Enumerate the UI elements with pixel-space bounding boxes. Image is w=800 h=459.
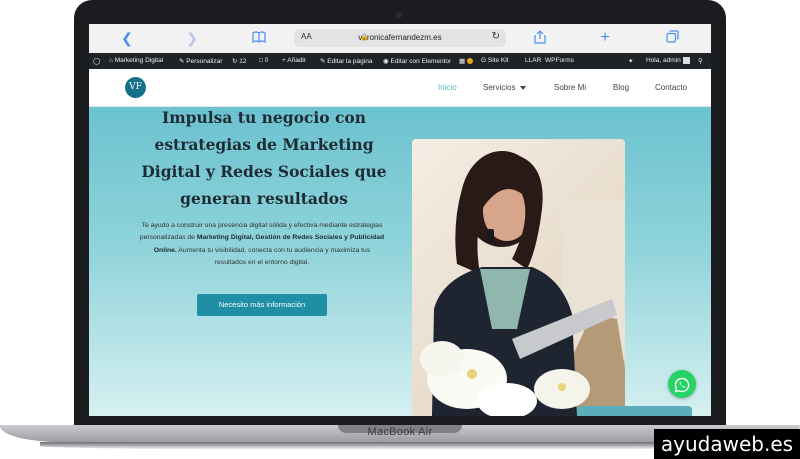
nav-item-inicio[interactable]: Inicio: [438, 83, 457, 92]
nav-item-blog[interactable]: Blog: [613, 83, 629, 92]
admin-customize-link[interactable]: ✎ Personalizar: [179, 57, 222, 65]
browser-toolbar: ❮ ❯ AA veronicafernandezm.es 🔒 ↻ +: [89, 24, 711, 54]
laptop-screen: ❮ ❯ AA veronicafernandezm.es 🔒 ↻ + ◯ ⌂ M…: [89, 24, 711, 416]
watermark: ayudaweb.es: [654, 429, 800, 459]
plus-icon[interactable]: +: [597, 30, 613, 46]
admin-edit-page-label: Editar la página: [327, 58, 373, 65]
admin-sitekit-link[interactable]: G Site Kit: [481, 57, 508, 64]
wp-admin-bar: ◯ ⌂ Marketing Digital ✎ Personalizar ↻ 1…: [89, 53, 711, 69]
nav-item-contacto[interactable]: Contacto: [655, 83, 687, 92]
admin-comments-link[interactable]: □ 0: [259, 57, 268, 64]
admin-new-link[interactable]: + Añadir: [282, 57, 306, 64]
admin-sitekit-label: Site Kit: [487, 57, 509, 64]
url-text: veronicafernandezm.es: [358, 33, 442, 42]
sparkle-icon[interactable]: ✦: [628, 57, 633, 65]
admin-elementor-link[interactable]: ◉ Editar con Elementor: [383, 57, 451, 65]
admin-updates-link[interactable]: ↻ 12: [232, 57, 247, 65]
chevron-right-icon[interactable]: ❯: [184, 30, 200, 46]
admin-site-name: Marketing Digital: [114, 57, 164, 64]
search-icon[interactable]: ⚲: [698, 57, 703, 65]
admin-wpforms-link[interactable]: WPForms: [545, 57, 574, 64]
admin-new-label: Añadir: [287, 57, 307, 64]
site-logo[interactable]: VF: [125, 77, 146, 98]
admin-site-link[interactable]: ⌂ Marketing Digital: [109, 57, 163, 64]
site-header: VF Inicio Servicios Sobre Mi Blog Contac…: [89, 69, 711, 107]
hero-text-outro: Aumenta tu visibilidad, conecta con tu a…: [176, 246, 371, 266]
wordpress-logo-icon[interactable]: ◯: [93, 57, 100, 65]
admin-elementor-label: Editar con Elementor: [390, 58, 452, 65]
admin-greeting: Hola, admin: [646, 57, 681, 65]
comments-count: 0: [264, 57, 269, 64]
camera-icon: [396, 12, 402, 18]
whatsapp-icon: [674, 378, 690, 393]
nav-item-sobre-mi[interactable]: Sobre Mi: [554, 83, 586, 92]
admin-edit-page-link[interactable]: ✎ Editar la página: [320, 57, 372, 65]
nav-item-servicios[interactable]: Servicios: [483, 83, 527, 92]
book-icon[interactable]: [251, 30, 267, 46]
share-icon[interactable]: [532, 30, 548, 46]
updates-count: 12: [239, 58, 247, 65]
chevron-left-icon[interactable]: ❮: [119, 30, 135, 46]
admin-account-link[interactable]: Hola, admin: [646, 57, 690, 64]
floating-panel-tab[interactable]: [577, 406, 692, 416]
hero-photo: [412, 139, 625, 416]
chevron-down-icon: [520, 85, 527, 90]
seo-icon[interactable]: ▦: [459, 57, 473, 65]
hero-headline: Impulsa tu negocio con estrategias de Ma…: [141, 108, 387, 208]
hero-description: Te ayudo a construir una presencia digit…: [139, 220, 385, 269]
admin-customize-label: Personalizar: [186, 58, 223, 65]
cta-button[interactable]: Necesito más información: [197, 294, 327, 316]
reload-icon[interactable]: ↻: [492, 31, 500, 42]
admin-llar-link[interactable]: LLAR: [525, 57, 541, 64]
whatsapp-button[interactable]: [668, 370, 696, 398]
address-bar[interactable]: AA veronicafernandezm.es 🔒 ↻: [294, 29, 506, 47]
nav-item-servicios-label: Servicios: [483, 83, 516, 92]
lock-icon: 🔒: [360, 34, 369, 41]
tabs-icon[interactable]: [664, 30, 680, 46]
avatar: [682, 57, 690, 64]
